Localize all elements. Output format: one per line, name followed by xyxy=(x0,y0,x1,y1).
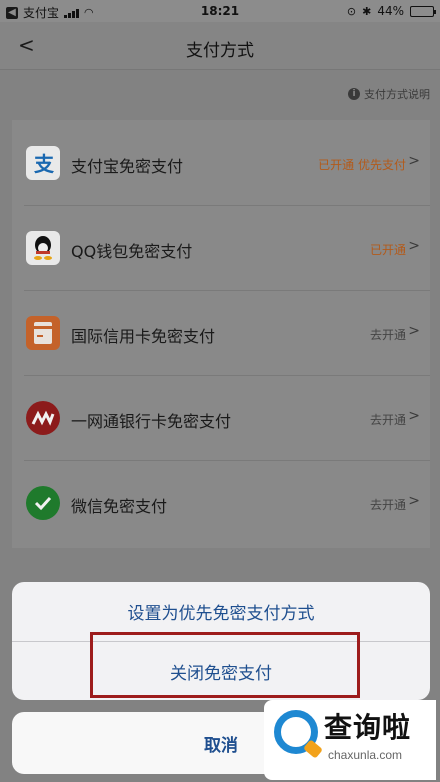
info-icon: i xyxy=(348,88,360,100)
svg-text:支: 支 xyxy=(34,152,55,175)
method-row-qq-wallet[interactable]: QQ钱包免密支付 已开通 > xyxy=(12,205,430,290)
method-label: 微信免密支付 xyxy=(71,497,168,516)
page-title: 支付方式 xyxy=(186,41,254,61)
method-status: 去开通 xyxy=(369,413,406,427)
method-label: QQ钱包免密支付 xyxy=(71,242,193,261)
status-right: ⊙ ✱ 44% xyxy=(346,4,436,18)
credit-card-icon xyxy=(26,316,60,350)
search-logo-icon xyxy=(274,710,318,754)
bluetooth-icon: ✱ xyxy=(362,4,372,18)
method-row-credit-card[interactable]: 国际信用卡免密支付 去开通 > xyxy=(12,290,430,375)
lock-rotation-icon: ⊙ xyxy=(346,4,357,18)
battery-icon xyxy=(410,5,436,17)
chevron-right-icon: > xyxy=(408,323,420,339)
method-label: 一网通银行卡免密支付 xyxy=(71,412,232,431)
method-status: 去开通 xyxy=(369,498,406,512)
wechat-icon xyxy=(26,486,60,520)
highlight-box xyxy=(90,632,360,698)
payment-help-link[interactable]: i 支付方式说明 xyxy=(348,86,430,102)
action-sheet: 设置为优先免密支付方式 关闭免密支付 xyxy=(12,582,430,700)
method-status: 已开通 xyxy=(369,243,406,257)
chevron-right-icon: > xyxy=(408,153,420,169)
method-label: 国际信用卡免密支付 xyxy=(71,327,216,346)
chevron-right-icon: > xyxy=(408,408,420,424)
method-label: 支付宝免密支付 xyxy=(71,157,184,176)
watermark-text: 查询啦 xyxy=(324,711,412,744)
payment-method-list: 支 支付宝免密支付 已开通 优先支付 > QQ钱包免密支付 已开通 > 国际信用… xyxy=(12,120,430,548)
method-status: 去开通 xyxy=(369,328,406,342)
chevron-right-icon: > xyxy=(408,493,420,509)
method-status: 已开通 优先支付 xyxy=(318,158,406,172)
chevron-right-icon: > xyxy=(408,238,420,254)
alipay-icon: 支 xyxy=(26,146,60,180)
method-row-cmb-bank[interactable]: 一网通银行卡免密支付 去开通 > xyxy=(12,375,430,460)
status-bar: ◀ 支付宝 ◠ 18:21 ⊙ ✱ 44% xyxy=(0,0,440,22)
cmb-bank-icon xyxy=(26,401,60,435)
battery-percent: 44% xyxy=(377,4,404,18)
method-row-wechat[interactable]: 微信免密支付 去开通 > xyxy=(12,460,430,545)
watermark-url: chaxunla.com xyxy=(328,748,403,762)
method-row-alipay[interactable]: 支 支付宝免密支付 已开通 优先支付 > xyxy=(12,120,430,205)
help-text: 支付方式说明 xyxy=(364,88,430,101)
qq-wallet-icon xyxy=(26,231,60,265)
nav-bar: < 支付方式 xyxy=(0,22,440,70)
watermark: 查询啦 chaxunla.com xyxy=(264,700,436,780)
